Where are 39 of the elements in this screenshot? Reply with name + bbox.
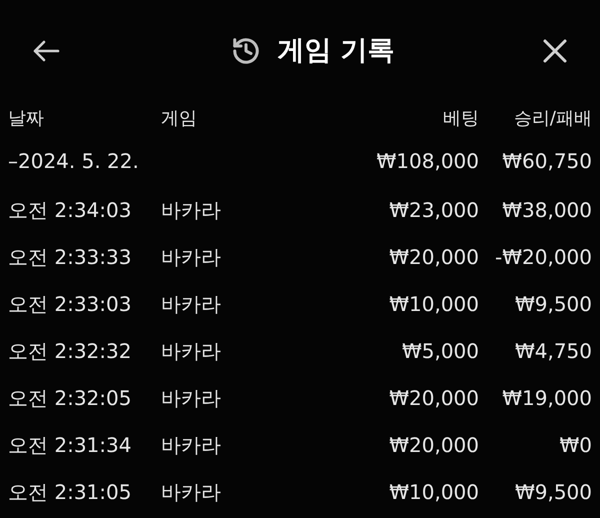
column-header: 게임	[160, 106, 197, 130]
bet-cell-text: ₩20,000	[389, 244, 479, 270]
bet-cell-text: ₩10,000	[389, 290, 479, 318]
result-cell-text: ₩9,500	[514, 478, 592, 506]
result-cell-text: ₩4,750	[514, 338, 592, 364]
game-cell-text: 바카라	[160, 244, 222, 270]
bet-cell-text: ₩23,000	[389, 196, 479, 224]
bet-cell-text: ₩5,000	[402, 338, 479, 364]
game-cell-text: 바카라	[160, 290, 222, 318]
bet-cell-text: ₩20,000	[389, 432, 479, 458]
result-total-cell-text: ₩60,750	[502, 148, 592, 175]
game-cell-text: 바카라	[160, 384, 222, 412]
result-cell-text: ₩9,500	[514, 290, 592, 318]
result-cell-text: ₩19,000	[502, 384, 592, 412]
bet-cell-text: ₩10,000	[389, 478, 479, 506]
time-cell-text: 오전 2:34:03	[8, 196, 132, 224]
bet-total-cell-text: ₩108,000	[376, 148, 479, 175]
game-cell-text: 바카라	[160, 196, 222, 224]
time-cell-text: 오전 2:33:03	[8, 290, 132, 318]
game-cell-text: 바카라	[160, 432, 222, 458]
game-cell-text: 바카라	[160, 338, 222, 364]
time-cell-text: 오전 2:33:33	[8, 244, 132, 270]
game-cell-text: 바카라	[160, 478, 222, 506]
back-arrow-icon[interactable]	[32, 39, 60, 63]
column-header: 날짜	[8, 106, 45, 130]
history-icon	[231, 36, 262, 66]
time-cell-text: 오전 2:32:05	[8, 384, 132, 412]
column-header: 베팅	[443, 106, 479, 130]
date-cell-text: –2024. 5. 22.	[8, 148, 140, 175]
result-cell-text: -₩20,000	[495, 244, 592, 270]
result-cell-text: ₩38,000	[502, 196, 592, 224]
time-cell-text: 오전 2:32:32	[8, 338, 132, 364]
column-header: 승리/패배	[514, 106, 592, 130]
page-title: 게임 기록	[277, 34, 395, 68]
bet-cell-text: ₩20,000	[389, 384, 479, 412]
result-cell-text: ₩0	[560, 432, 592, 458]
close-icon[interactable]	[542, 38, 568, 64]
time-cell-text: 오전 2:31:05	[8, 478, 132, 506]
time-cell-text: 오전 2:31:34	[8, 432, 132, 458]
